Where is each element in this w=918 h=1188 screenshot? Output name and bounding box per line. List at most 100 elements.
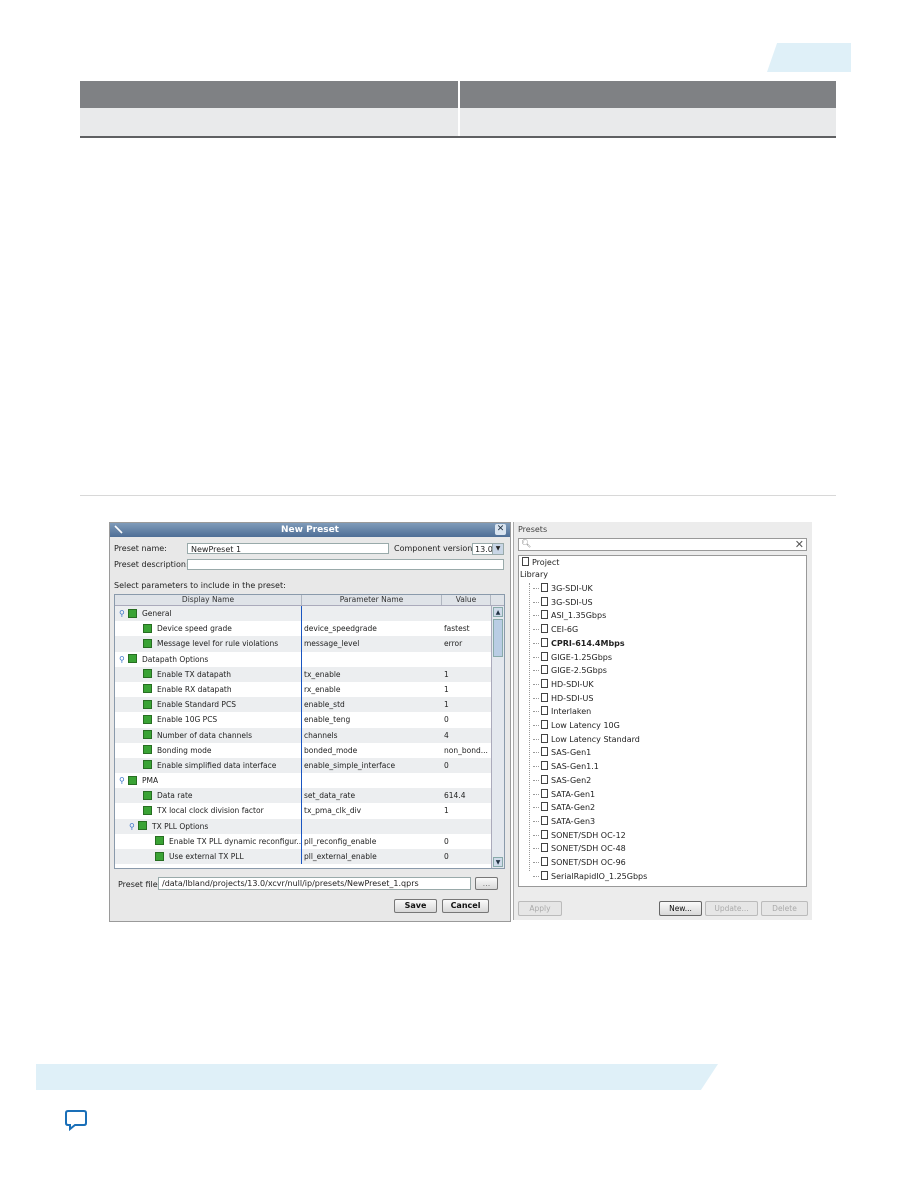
preset-item[interactable]: HD-SDI-US [533, 692, 593, 704]
include-checkbox[interactable] [143, 730, 152, 739]
scroll-up-icon[interactable]: ▲ [493, 607, 503, 617]
include-checkbox[interactable] [143, 745, 152, 755]
preset-item[interactable]: GIGE-1.25Gbps [533, 651, 612, 663]
preset-item[interactable]: HD-SDI-UK [533, 678, 594, 690]
browse-button[interactable]: ... [475, 877, 498, 890]
preset-item[interactable]: GIGE-2.5Gbps [533, 665, 607, 676]
preset-item[interactable]: SAS-Gen2 [533, 774, 591, 786]
apply-button[interactable]: Apply [518, 901, 562, 916]
preset-item[interactable]: SAS-Gen1 [533, 747, 591, 758]
grid-row[interactable]: Device speed grade device_speedgrade faste… [115, 621, 504, 637]
new-button[interactable]: New... [659, 901, 702, 916]
preset-item[interactable]: SONET/SDH OC-12 [533, 829, 626, 841]
grid-row[interactable]: ⚲ TX PLL Options [115, 818, 504, 834]
clear-icon[interactable]: ✕ [795, 538, 804, 551]
include-checkbox[interactable] [143, 638, 152, 648]
component-version-select[interactable]: 13.0 ▼ [472, 543, 504, 555]
include-checkbox[interactable] [143, 714, 152, 724]
tree-connector [533, 670, 539, 672]
preset-item[interactable]: SATA-Gen1 [533, 788, 595, 800]
preset-item[interactable]: Interlaken [533, 706, 591, 717]
tree-item-library[interactable]: Library [520, 570, 548, 580]
include-checkbox[interactable] [143, 623, 152, 633]
tree-item-project[interactable]: Project [522, 557, 559, 568]
include-checkbox[interactable] [143, 790, 152, 800]
grid-row[interactable]: ⚲ Datapath Options [115, 651, 504, 667]
preset-item[interactable]: SONET/SDH OC-48 [533, 843, 626, 854]
column-header-display-name[interactable]: Display Name [115, 595, 302, 605]
preset-item[interactable]: CPRI-614.4Mbps [533, 637, 625, 649]
column-header-value[interactable]: Value [442, 595, 491, 605]
grid-row[interactable]: Enable 10G PCS enable_teng 0 [115, 712, 504, 728]
preset-item[interactable]: CEI-6G [533, 624, 578, 635]
include-checkbox[interactable] [128, 608, 137, 618]
grid-row[interactable]: ⚲ General [115, 606, 504, 622]
preset-item-label: SAS-Gen1.1 [551, 762, 599, 772]
include-checkbox[interactable] [143, 669, 152, 679]
feedback-icon[interactable] [64, 1108, 88, 1132]
preset-item[interactable]: SONET/SDH OC-96 [533, 857, 626, 868]
grid-row[interactable]: Enable TX datapath tx_enable 1 [115, 666, 504, 682]
include-checkbox[interactable] [143, 760, 152, 770]
preset-item[interactable]: SATA-Gen2 [533, 802, 596, 813]
document-icon [541, 720, 548, 729]
preset-description-input[interactable] [187, 559, 504, 570]
preset-item-label: 3G-SDI-UK [551, 584, 593, 593]
grid-row[interactable]: Data rate set_data_rate 614.4 [115, 788, 504, 804]
preset-item-label: Low Latency 10G [551, 721, 620, 730]
include-checkbox[interactable] [155, 851, 164, 861]
preset-item[interactable]: SerialRapidIO_1.25Gbps [533, 870, 647, 882]
grid-row[interactable]: Enable Standard PCS enable_std 1 [115, 697, 504, 713]
expand-toggle-icon[interactable]: ⚲ [119, 652, 125, 667]
preset-name-input[interactable]: NewPreset 1 [187, 543, 389, 554]
presets-search-field[interactable]: 🔍︎ ✕ [518, 538, 807, 551]
preset-item[interactable]: Low Latency 10G [533, 720, 620, 731]
scroll-down-icon[interactable]: ▼ [493, 857, 503, 867]
new-preset-dialog: New Preset ✕ Preset name: NewPreset 1 Co… [109, 522, 511, 922]
grid-row[interactable]: Enable RX datapath rx_enable 1 [115, 681, 504, 698]
include-checkbox[interactable] [128, 775, 137, 785]
display-name-cell: Message level for rule violations [115, 636, 302, 652]
delete-button[interactable]: Delete [761, 901, 808, 916]
include-checkbox[interactable] [143, 699, 152, 709]
grid-row[interactable]: Enable simplified data interface enable_s… [115, 757, 504, 774]
header-table-head-row [80, 81, 836, 108]
tree-connector [533, 752, 539, 754]
document-icon [541, 678, 548, 688]
grid-row[interactable]: Bonding mode bonded_mode non_bond... [115, 742, 504, 758]
cancel-button[interactable]: Cancel [442, 899, 489, 913]
grid-row[interactable]: ⚲ PMA [115, 773, 504, 789]
expand-toggle-icon[interactable]: ⚲ [129, 819, 135, 834]
preset-item[interactable]: 3G-SDI-UK [533, 583, 593, 594]
preset-item[interactable]: SAS-Gen1.1 [533, 761, 599, 772]
include-checkbox[interactable] [143, 805, 152, 815]
document-icon [541, 857, 548, 866]
preset-item[interactable]: SATA-Gen3 [533, 815, 595, 827]
preset-item-label: SATA-Gen2 [551, 803, 596, 813]
expand-toggle-icon[interactable]: ⚲ [119, 773, 125, 788]
preset-item[interactable]: Low Latency Standard [533, 733, 640, 745]
preset-item[interactable]: ASI_1.35Gbps [533, 610, 606, 621]
grid-row[interactable]: Enable TX PLL dynamic reconfigur... pll_r… [115, 833, 504, 849]
column-header-parameter-name[interactable]: Parameter Name [302, 595, 442, 605]
preset-file-input[interactable]: /data/lbland/projects/13.0/xcvr/null/ip/… [158, 877, 471, 890]
include-checkbox[interactable] [138, 821, 147, 831]
grid-scrollbar[interactable]: ▲ ▼ [491, 606, 504, 868]
parameter-name-cell: enable_std [304, 700, 345, 710]
include-checkbox[interactable] [128, 654, 137, 664]
update-button[interactable]: Update... [705, 901, 758, 916]
component-version-label: Component version: [394, 544, 475, 553]
preset-item[interactable]: 3G-SDI-US [533, 596, 593, 608]
include-checkbox[interactable] [143, 684, 152, 694]
display-name-text: Data rate [157, 791, 193, 801]
grid-row[interactable]: Number of data channels channels 4 [115, 727, 504, 743]
scroll-thumb[interactable] [493, 619, 503, 657]
expand-toggle-icon[interactable]: ⚲ [119, 606, 125, 621]
close-icon[interactable]: ✕ [495, 524, 506, 535]
grid-row[interactable]: TX local clock division factor tx_pma_clk… [115, 803, 504, 819]
grid-row[interactable]: Use external TX PLL pll_external_enable 0 [115, 849, 504, 865]
save-button[interactable]: Save [394, 899, 437, 913]
dialog-titlebar[interactable]: New Preset ✕ [110, 523, 510, 537]
grid-row[interactable]: Message level for rule violations message… [115, 636, 504, 652]
include-checkbox[interactable] [155, 836, 164, 846]
